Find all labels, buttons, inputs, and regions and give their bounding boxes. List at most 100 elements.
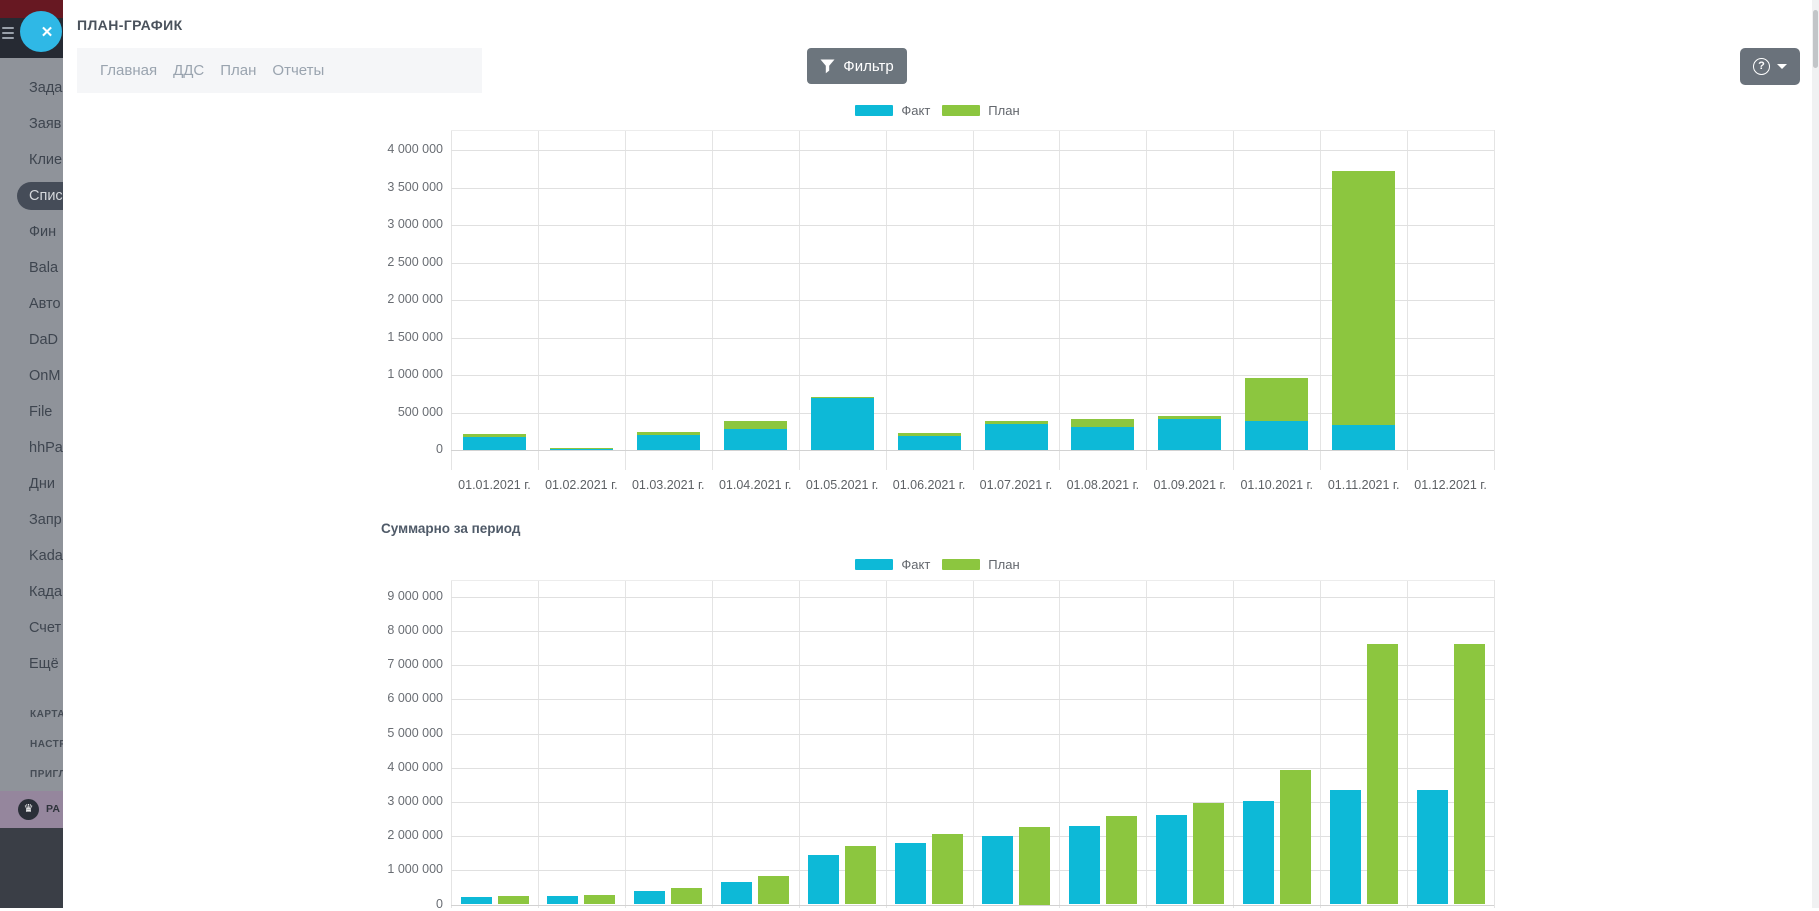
sidebar-item[interactable]: File (0, 394, 63, 430)
y-tick-label: 500 000 (397, 404, 443, 419)
crown-icon: ♛ (18, 799, 39, 820)
chevron-down-icon (1777, 64, 1787, 69)
y-tick-label: 2 000 000 (387, 828, 443, 843)
filter-button[interactable]: Фильтр (807, 48, 907, 84)
sidebar-item[interactable]: Зада (0, 70, 63, 106)
x-tick-label: 01.04.2021 г. (718, 478, 792, 492)
grid-line-vertical (1407, 580, 1409, 908)
bar-fact (1329, 789, 1361, 905)
funnel-icon (820, 59, 835, 73)
x-axis-line (451, 450, 1494, 451)
bar-fact (1332, 425, 1396, 450)
y-tick-label: 9 000 000 (387, 588, 443, 603)
grid-line-vertical (972, 580, 974, 908)
bar-fact (984, 423, 1048, 450)
legend-label: План (988, 103, 1020, 118)
sidebar-item[interactable]: Фин (0, 214, 63, 250)
x-tick-label: 01.07.2021 г. (979, 478, 1053, 492)
y-tick-label: 2 500 000 (387, 254, 443, 269)
bar-plan (932, 834, 963, 905)
sidebar-item[interactable]: Спис (17, 182, 63, 210)
panel-tab-4[interactable]: Отчеты (272, 62, 324, 79)
bar-plan (1105, 815, 1137, 905)
scrollbar-thumb[interactable] (1813, 10, 1818, 68)
bar-fact (634, 891, 666, 905)
grid-line-vertical (711, 580, 713, 908)
sidebar-item[interactable]: Kada (0, 538, 63, 574)
help-dropdown-button[interactable]: ? (1740, 48, 1800, 85)
grid-line-horizontal (451, 767, 1494, 769)
hamburger-menu-icon[interactable] (2, 26, 14, 29)
bar-fact (721, 881, 753, 905)
sidebar-item[interactable]: DaD (0, 322, 63, 358)
sidebar-item[interactable]: Bala (0, 250, 63, 286)
close-panel-button[interactable]: ✕ (20, 11, 62, 52)
bar-plan (1332, 171, 1396, 450)
sidebar-item[interactable]: hhPa (0, 430, 63, 466)
grid-line-vertical (537, 580, 539, 908)
bar-fact (1155, 814, 1187, 905)
sidebar-item[interactable]: Запр (0, 502, 63, 538)
sidebar-item[interactable]: Ещё (0, 646, 63, 682)
sidebar-item[interactable]: Счет (0, 610, 63, 646)
x-tick-label: 01.11.2021 г. (1327, 478, 1400, 492)
legend-swatch-fact (855, 105, 894, 116)
y-tick-label: 0 (436, 896, 443, 911)
sidebar-item[interactable]: Авто (0, 286, 63, 322)
grid-line-vertical (1059, 580, 1061, 908)
bar-plan (1453, 643, 1485, 905)
y-tick-label: 8 000 000 (387, 622, 443, 637)
chart2-title: Суммарно за период (381, 521, 521, 536)
legend-swatch-plan (942, 559, 981, 570)
grid-line-vertical (1494, 130, 1495, 470)
bar-fact (1242, 800, 1274, 905)
plot-top-border (451, 130, 1494, 131)
sidebar-item[interactable]: Када (0, 574, 63, 610)
hamburger-menu-icon[interactable] (2, 31, 14, 34)
bar-fact (1245, 420, 1309, 450)
sidebar-footer-item[interactable]: КАРТА (0, 700, 63, 730)
x-tick-label: 01.08.2021 г. (1066, 478, 1140, 492)
sidebar-item[interactable]: Дни (0, 466, 63, 502)
bar-plan (497, 895, 529, 905)
sidebar-footer-item[interactable]: ПРИГЛ (0, 760, 63, 790)
sidebar-item[interactable]: Клие (0, 142, 63, 178)
x-tick-label: 01.06.2021 г. (892, 478, 966, 492)
bar-plan (1279, 770, 1311, 905)
vertical-scrollbar[interactable] (1812, 0, 1819, 908)
legend-swatch-plan (942, 105, 981, 116)
grid-line-horizontal (451, 699, 1494, 701)
bar-fact (636, 434, 700, 450)
panel-tab-2[interactable]: ДДС (173, 62, 204, 79)
hamburger-menu-icon[interactable] (2, 36, 14, 39)
sidebar-item[interactable]: OnM (0, 358, 63, 394)
grid-line-horizontal (451, 150, 1494, 151)
bar-plan (1366, 643, 1398, 905)
bar-fact (1158, 419, 1222, 450)
close-icon: ✕ (40, 23, 54, 41)
sidebar-item-upgrade[interactable]: ♛ РА (0, 791, 63, 828)
legend-swatch-fact (855, 559, 894, 570)
sidebar-footer-item[interactable]: НАСТР (0, 730, 63, 760)
sidebar-item[interactable]: Заяв (0, 106, 63, 142)
panel-tab-1[interactable]: Главная (100, 62, 157, 79)
bar-fact (460, 897, 492, 905)
grid-line-horizontal (451, 733, 1494, 735)
page-title: ПЛАН-ГРАФИК (77, 17, 183, 33)
grid-line-vertical (624, 580, 626, 908)
y-tick-label: 6 000 000 (387, 691, 443, 706)
legend-label: Факт (901, 557, 931, 572)
cumulative-plan-fact-chart: 0 1 000 000 2 000 000 3 000 000 4 000 000 5 0… (387, 580, 1495, 911)
filter-button-label: Фильтр (843, 57, 894, 75)
plan-schedule-panel: ПЛАН-ГРАФИК Главная ДДС План Отчеты Фильтр … (63, 0, 1812, 911)
bar-fact (897, 435, 961, 450)
monthly-plan-fact-chart: 0 500 000 1 000 000 1 500 000 2 000 000 2 500… (387, 130, 1495, 492)
upgrade-label: РА (46, 803, 61, 815)
bar-fact (1071, 427, 1135, 450)
chart2-legend: Факт План (63, 557, 1812, 572)
x-tick-label: 01.10.2021 г. (1240, 478, 1314, 492)
panel-tab-3[interactable]: План (220, 62, 256, 79)
bar-plan (584, 894, 616, 905)
legend-label: Факт (901, 103, 931, 118)
bar-plan (671, 888, 703, 905)
